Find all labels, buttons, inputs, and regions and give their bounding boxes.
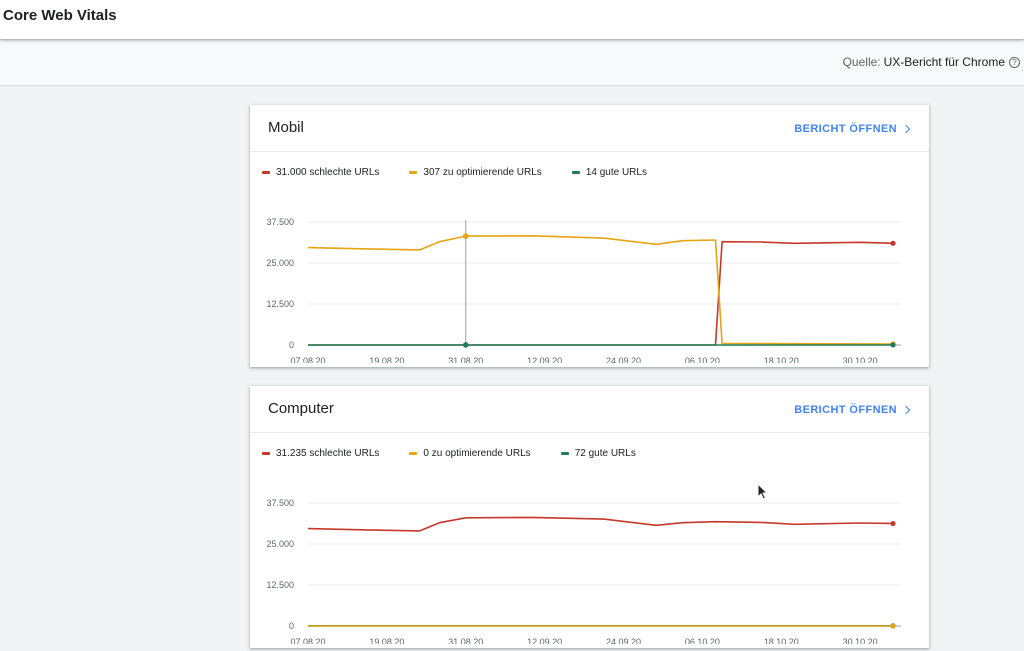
series-line bbox=[307, 234, 894, 345]
x-tick-label: 30.10.20 bbox=[843, 356, 878, 363]
x-tick-label: 19.08.20 bbox=[369, 356, 404, 363]
hover-point bbox=[462, 233, 469, 239]
legend-item-good[interactable]: 14 gute URLs bbox=[571, 167, 647, 178]
desktop-card: Computer BERICHT ÖFFNEN 31.235 schlechte… bbox=[250, 386, 929, 648]
legend-label: 14 gute URLs bbox=[585, 167, 647, 178]
y-tick-label: 0 bbox=[289, 621, 294, 631]
open-report-label: BERICHT ÖFFNEN bbox=[794, 123, 897, 135]
legend-swatch bbox=[560, 452, 569, 455]
legend-item-poor[interactable]: 31.000 schlechte URLs bbox=[262, 167, 379, 178]
series-line bbox=[307, 516, 894, 532]
legend-label: 31.000 schlechte URLs bbox=[276, 167, 380, 178]
x-tick-label: 12.09.20 bbox=[527, 356, 562, 363]
mouse-cursor-icon bbox=[757, 483, 769, 500]
legend-item-good[interactable]: 72 gute URLs bbox=[560, 448, 636, 459]
x-tick-label: 31.08.20 bbox=[448, 637, 483, 644]
legend-swatch bbox=[409, 171, 418, 174]
x-tick-label: 07.08.20 bbox=[290, 637, 325, 644]
x-tick-label: 06.10.20 bbox=[685, 356, 720, 363]
open-report-button[interactable]: BERICHT ÖFFNEN bbox=[794, 123, 911, 135]
legend-label: 307 zu optimierende URLs bbox=[423, 167, 542, 178]
card-title: Mobil bbox=[268, 119, 304, 136]
help-icon[interactable]: ? bbox=[1009, 56, 1020, 68]
x-tick-label: 07.08.20 bbox=[290, 356, 325, 363]
x-tick-label: 24.09.20 bbox=[606, 637, 641, 644]
mobile-card: Mobil BERICHT ÖFFNEN 31.000 schlechte UR… bbox=[250, 105, 929, 367]
x-tick-label: 30.10.20 bbox=[843, 637, 878, 644]
card-header: Mobil BERICHT ÖFFNEN bbox=[250, 105, 929, 152]
page-title: Core Web Vitals bbox=[3, 7, 117, 24]
y-tick-label: 12.500 bbox=[266, 299, 294, 309]
open-report-label: BERICHT ÖFFNEN bbox=[794, 404, 897, 416]
source-value: UX-Bericht für Chrome bbox=[883, 55, 1005, 69]
legend-item-poor[interactable]: 31.235 schlechte URLs bbox=[262, 448, 379, 459]
series-end-point bbox=[890, 623, 896, 629]
x-tick-label: 19.08.20 bbox=[369, 637, 404, 644]
y-tick-label: 0 bbox=[289, 340, 294, 350]
legend-swatch bbox=[262, 452, 270, 455]
source-info: Quelle: UX-Bericht für Chrome ? bbox=[843, 55, 1020, 69]
chart-legend: 31.235 schlechte URLs 0 zu optimierende … bbox=[262, 448, 666, 459]
open-report-button[interactable]: BERICHT ÖFFNEN bbox=[794, 404, 911, 416]
source-label: Quelle: bbox=[842, 55, 881, 69]
top-bar: Core Web Vitals bbox=[0, 0, 1024, 39]
legend-item-needs-improvement[interactable]: 0 zu optimierende URLs bbox=[409, 448, 531, 459]
y-tick-label: 25.000 bbox=[266, 258, 294, 268]
legend-swatch bbox=[409, 452, 418, 455]
legend-label: 0 zu optimierende URLs bbox=[423, 448, 531, 459]
mobile-chart[interactable]: 0 12.500 25.000 37.500 07.08.20 19.08.20 31.08… bbox=[250, 193, 929, 363]
y-tick-label: 37.500 bbox=[266, 498, 294, 508]
chevron-right-icon bbox=[901, 124, 911, 134]
chart-legend: 31.000 schlechte URLs 307 zu optimierend… bbox=[262, 167, 677, 178]
desktop-chart[interactable]: 0 12.500 25.000 37.500 07.08.20 19.08.20 31.08… bbox=[250, 474, 929, 644]
y-tick-label: 37.500 bbox=[266, 217, 294, 227]
hover-point bbox=[462, 342, 469, 348]
x-tick-label: 06.10.20 bbox=[685, 637, 720, 644]
series-end-point bbox=[890, 240, 896, 246]
card-header: Computer BERICHT ÖFFNEN bbox=[250, 386, 929, 433]
y-tick-label: 25.000 bbox=[266, 539, 294, 549]
legend-item-needs-improvement[interactable]: 307 zu optimierende URLs bbox=[409, 167, 542, 178]
x-tick-label: 24.09.20 bbox=[606, 356, 641, 363]
x-tick-label: 18.10.20 bbox=[764, 356, 799, 363]
sub-bar: Quelle: UX-Bericht für Chrome ? bbox=[0, 39, 1024, 86]
x-tick-label: 31.08.20 bbox=[448, 356, 483, 363]
x-tick-label: 12.09.20 bbox=[527, 637, 562, 644]
legend-label: 31.235 schlechte URLs bbox=[276, 448, 380, 459]
y-tick-label: 12.500 bbox=[266, 580, 294, 590]
series-line bbox=[308, 240, 894, 346]
series-end-point bbox=[890, 520, 896, 527]
chevron-right-icon bbox=[901, 405, 911, 415]
card-title: Computer bbox=[268, 400, 334, 417]
legend-swatch bbox=[262, 171, 270, 174]
legend-swatch bbox=[571, 171, 580, 174]
x-tick-label: 18.10.20 bbox=[764, 637, 799, 644]
legend-label: 72 gute URLs bbox=[574, 448, 636, 459]
series-end-point bbox=[890, 342, 896, 348]
